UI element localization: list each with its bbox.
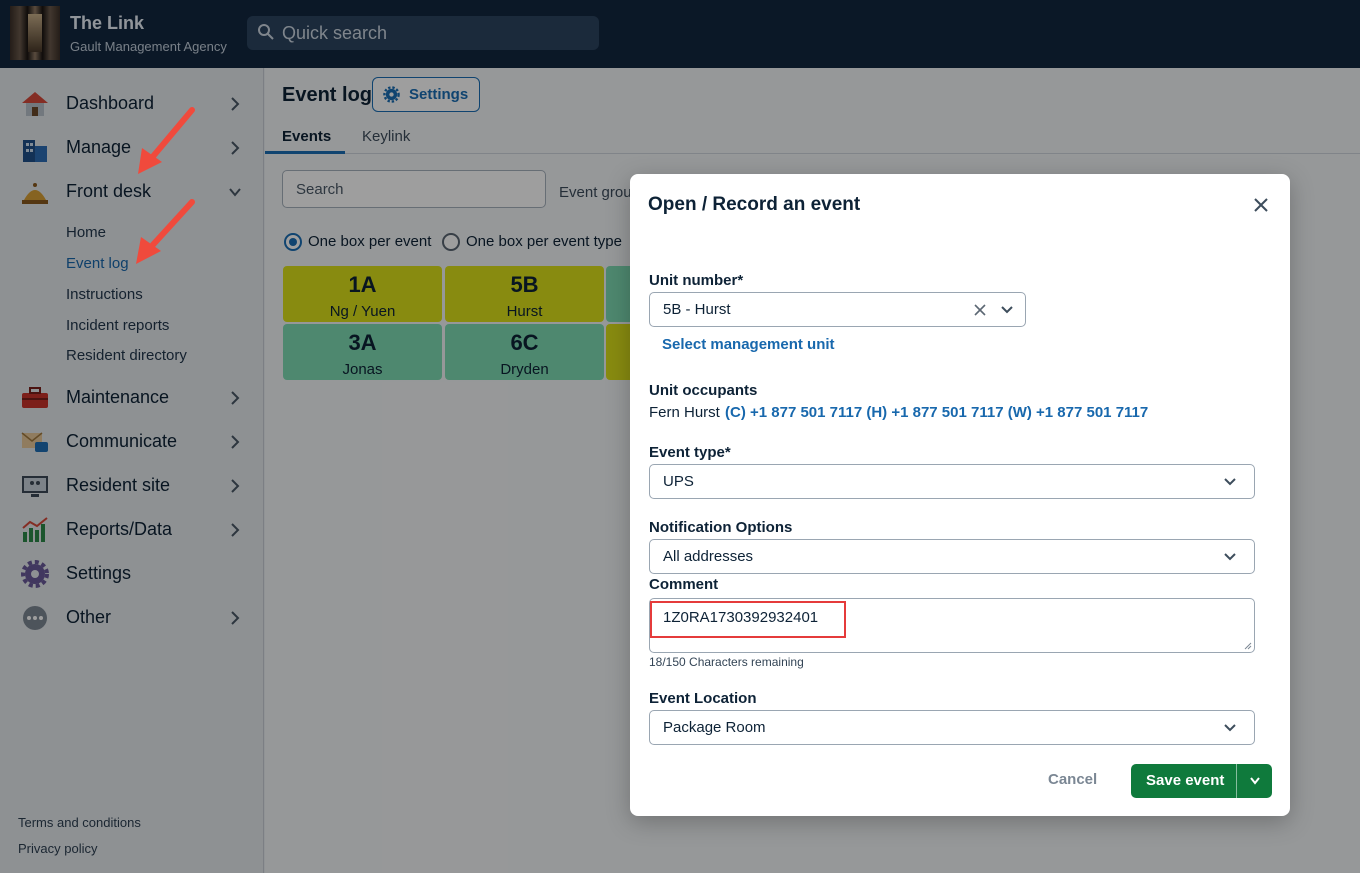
annotation-arrow: [138, 107, 195, 174]
save-button-divider: [1236, 764, 1237, 798]
annotation-arrow: [136, 199, 195, 264]
close-icon[interactable]: [1250, 194, 1272, 216]
select-management-unit-link[interactable]: Select management unit: [662, 336, 835, 353]
unit-occupants-label: Unit occupants: [649, 382, 758, 399]
unit-number-select[interactable]: 5B - Hurst: [649, 292, 1026, 327]
unit-number-value: 5B - Hurst: [663, 301, 731, 318]
clear-icon[interactable]: [972, 302, 988, 318]
annotation-highlight-box: [650, 601, 846, 638]
notification-options-select[interactable]: All addresses: [649, 539, 1255, 574]
occupant-phones-link[interactable]: (C) +1 877 501 7117 (H) +1 877 501 7117 …: [725, 404, 1148, 421]
modal-title: Open / Record an event: [648, 194, 861, 215]
characters-remaining: 18/150 Characters remaining: [649, 655, 804, 669]
chevron-down-icon: [1224, 553, 1236, 561]
save-event-button[interactable]: Save event: [1131, 764, 1272, 798]
event-location-label: Event Location: [649, 690, 757, 707]
resize-handle-icon[interactable]: [1244, 642, 1252, 650]
notification-options-value: All addresses: [663, 548, 754, 565]
event-location-value: Package Room: [663, 719, 766, 736]
chevron-down-icon: [1224, 724, 1236, 732]
unit-number-label: Unit number*: [649, 272, 744, 289]
event-location-select[interactable]: Package Room: [649, 710, 1255, 745]
event-type-label: Event type*: [649, 444, 731, 461]
record-event-modal: Open / Record an event Unit number* 5B -…: [630, 174, 1290, 816]
comment-label: Comment: [649, 576, 719, 593]
chevron-down-icon: [1001, 306, 1013, 314]
occupant-name: Fern Hurst: [649, 404, 720, 421]
event-type-select[interactable]: UPS: [649, 464, 1255, 499]
chevron-down-icon: [1224, 478, 1236, 486]
cancel-button[interactable]: Cancel: [1048, 771, 1097, 788]
event-type-value: UPS: [663, 473, 694, 490]
chevron-down-icon[interactable]: [1248, 775, 1262, 787]
save-event-label: Save event: [1146, 772, 1225, 789]
notification-options-label: Notification Options: [649, 519, 793, 536]
